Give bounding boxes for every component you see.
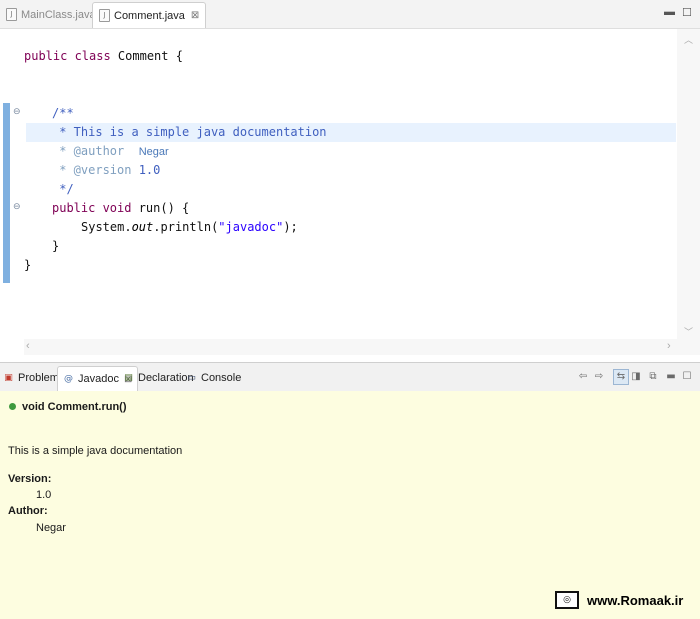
- java-file-icon: J: [6, 8, 17, 21]
- minimize-icon[interactable]: ▬: [664, 370, 678, 384]
- public-method-icon: [9, 403, 16, 410]
- console-icon: ▭: [187, 372, 196, 383]
- at-sign-icon: @: [64, 373, 73, 384]
- javadoc-view: void Comment.run() This is a simple java…: [0, 391, 700, 619]
- fold-icon[interactable]: ⊖: [13, 203, 21, 212]
- tab-declaration[interactable]: ▤ Declaration: [123, 366, 193, 390]
- tab-label: Javadoc: [78, 373, 119, 385]
- version-value: 1.0: [36, 489, 52, 501]
- problems-icon: ▣: [4, 372, 13, 383]
- code-line: public void run() {: [52, 201, 190, 215]
- horizontal-scrollbar[interactable]: ‹ ›: [24, 339, 677, 355]
- maximize-icon[interactable]: ☐: [682, 6, 692, 19]
- code-line: /**: [52, 106, 74, 120]
- tab-label: Console: [201, 372, 242, 384]
- tab-mainclass-java[interactable]: J MainClass.java: [6, 2, 96, 27]
- back-icon[interactable]: ⇦: [576, 370, 590, 384]
- code-line: }: [24, 258, 32, 272]
- watermark-text: www.Romaak.ir: [587, 592, 684, 608]
- declaration-icon: ▤: [124, 372, 133, 383]
- code-line: }: [52, 239, 60, 253]
- vertical-scrollbar[interactable]: ︿ ﹀: [677, 29, 700, 355]
- scroll-right-icon[interactable]: ›: [667, 340, 671, 352]
- open-declaration-icon[interactable]: ◨: [629, 370, 643, 384]
- tab-label: MainClass.java: [21, 8, 96, 21]
- tab-label: Comment.java: [114, 9, 185, 22]
- code-line: */: [52, 182, 74, 196]
- version-label: Version:: [8, 473, 52, 485]
- code-line: * This is a simple java documentation: [52, 125, 327, 139]
- maximize-icon[interactable]: ☐: [680, 370, 694, 384]
- editor-gutter: ⊖ ⊖: [0, 29, 24, 355]
- scroll-up-icon[interactable]: ︿: [684, 33, 693, 46]
- minimize-icon[interactable]: ▬: [664, 6, 675, 18]
- forward-icon[interactable]: ⇨: [592, 370, 606, 384]
- fold-icon[interactable]: ⊖: [13, 108, 21, 117]
- panel-tab-bar: ▣ Problems @ Javadoc ⊠ ▤ Declaration ▭ C…: [0, 362, 700, 392]
- author-value: Negar: [36, 522, 66, 534]
- code-text[interactable]: public class Comment { /** * This is a s…: [24, 29, 677, 341]
- tab-comment-java[interactable]: J Comment.java ⊠: [92, 2, 207, 28]
- link-with-editor-icon[interactable]: ⇆: [613, 369, 629, 385]
- editor-tab-bar: J MainClass.java J Comment.java ⊠ ▬ ☐: [0, 0, 700, 29]
- tab-console[interactable]: ▭ Console: [186, 366, 241, 390]
- tab-problems[interactable]: ▣ Problems: [3, 366, 64, 390]
- java-file-icon: J: [99, 9, 110, 22]
- code-line: * @author Negar: [52, 144, 169, 158]
- code-editor[interactable]: ⊖ ⊖ public class Comment { /** * This is…: [0, 29, 700, 355]
- scroll-down-icon[interactable]: ﹀: [684, 325, 693, 338]
- author-label: Author:: [8, 505, 48, 517]
- code-line: * @version 1.0: [52, 163, 161, 177]
- close-icon[interactable]: ⊠: [191, 10, 199, 21]
- javadoc-description: This is a simple java documentation: [8, 445, 183, 457]
- open-external-icon[interactable]: ⧉: [646, 370, 660, 384]
- romaak-watermark: ◎ www.Romaak.ir: [555, 591, 683, 609]
- code-line: public class Comment {: [24, 49, 183, 63]
- code-line: System.out.println("javadoc");: [81, 220, 298, 234]
- javadoc-signature: void Comment.run(): [22, 401, 127, 413]
- romaak-logo-icon: ◎: [555, 591, 579, 609]
- scroll-left-icon[interactable]: ‹: [26, 340, 30, 352]
- change-ruler: [3, 103, 10, 283]
